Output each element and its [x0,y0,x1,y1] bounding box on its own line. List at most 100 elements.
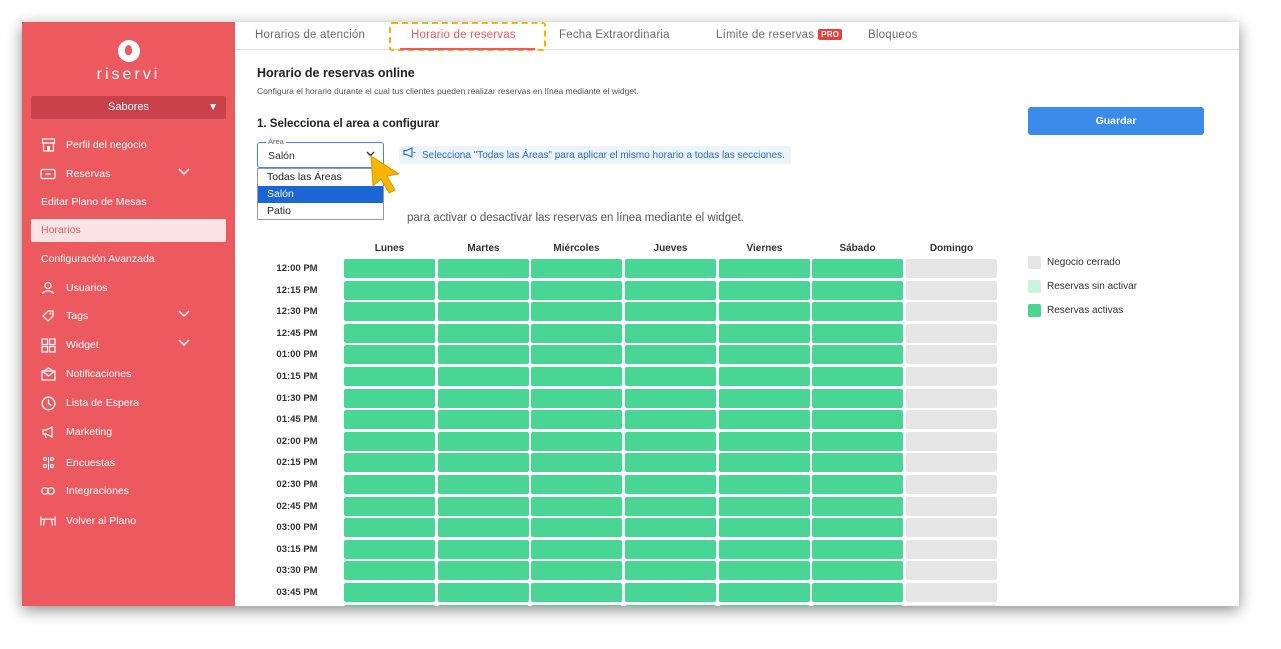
schedule-cell[interactable] [531,539,622,559]
sidebar-item-widget[interactable]: Widget [40,335,190,355]
schedule-cell[interactable] [531,345,622,365]
save-button[interactable]: Guardar [1028,107,1204,135]
schedule-cell[interactable] [438,259,529,278]
schedule-cell[interactable] [344,496,435,516]
business-selector[interactable]: Sabores ▼ [31,96,226,119]
schedule-cell[interactable] [906,475,997,494]
tab-bloqueos[interactable]: Bloqueos [868,29,918,41]
schedule-cell[interactable] [531,302,622,322]
schedule-cell[interactable] [344,518,435,538]
sidebar-item-notificaciones[interactable]: Notificaciones [40,364,131,384]
schedule-cell[interactable] [344,475,435,494]
schedule-cell[interactable] [438,431,529,451]
schedule-cell[interactable] [719,604,810,606]
sidebar-item-marketing[interactable]: Marketing [40,422,112,442]
schedule-cell[interactable] [812,367,903,386]
schedule-cell[interactable] [719,518,810,538]
sidebar-item-lista-espera[interactable]: Lista de Espera [40,393,139,413]
schedule-cell[interactable] [625,345,716,365]
schedule-cell[interactable] [719,259,810,278]
schedule-cell[interactable] [625,496,716,516]
schedule-cell[interactable] [531,453,622,473]
schedule-cell[interactable] [906,388,997,408]
schedule-cell[interactable] [812,518,903,538]
schedule-cell[interactable] [812,302,903,322]
schedule-cell[interactable] [719,583,810,602]
sidebar-item-perfil[interactable]: Perfil del negocio [40,135,147,155]
schedule-cell[interactable] [812,583,903,602]
schedule-cell[interactable] [531,388,622,408]
schedule-cell[interactable] [344,280,435,300]
schedule-cell[interactable] [531,280,622,300]
schedule-cell[interactable] [531,583,622,602]
sidebar-item-configuracion-avanzada[interactable]: Configuración Avanzada [41,249,155,269]
schedule-cell[interactable] [531,518,622,538]
sidebar-item-horarios[interactable]: Horarios [31,219,226,242]
schedule-cell[interactable] [438,367,529,386]
schedule-cell[interactable] [812,561,903,581]
schedule-cell[interactable] [344,367,435,386]
schedule-cell[interactable] [812,280,903,300]
schedule-cell[interactable] [438,518,529,538]
schedule-cell[interactable] [438,302,529,322]
schedule-cell[interactable] [812,604,903,606]
schedule-cell[interactable] [906,561,997,581]
schedule-cell[interactable] [625,388,716,408]
schedule-cell[interactable] [531,604,622,606]
sidebar-item-volver-plano[interactable]: Volver al Plano [40,511,136,531]
schedule-cell[interactable] [812,431,903,451]
schedule-cell[interactable] [625,259,716,278]
schedule-cell[interactable] [344,561,435,581]
schedule-cell[interactable] [719,561,810,581]
schedule-cell[interactable] [344,453,435,473]
schedule-cell[interactable] [625,539,716,559]
sidebar-item-encuestas[interactable]: Encuestas [40,453,115,473]
schedule-cell[interactable] [344,302,435,322]
schedule-cell[interactable] [719,280,810,300]
schedule-cell[interactable] [812,453,903,473]
schedule-cell[interactable] [344,539,435,559]
schedule-cell[interactable] [531,259,622,278]
schedule-cell[interactable] [531,367,622,386]
schedule-cell[interactable] [812,259,903,278]
schedule-cell[interactable] [438,388,529,408]
schedule-cell[interactable] [812,410,903,430]
schedule-cell[interactable] [625,604,716,606]
schedule-cell[interactable] [906,410,997,430]
sidebar-item-reservas[interactable]: Reservas [40,164,190,184]
schedule-cell[interactable] [438,583,529,602]
schedule-cell[interactable] [812,345,903,365]
sidebar-item-integraciones[interactable]: Integraciones [40,481,129,501]
tab-limite-reservas[interactable]: Límite de reservas PRO [716,29,843,41]
tab-horarios-atencion[interactable]: Horarios de atención [255,29,365,41]
schedule-cell[interactable] [719,475,810,494]
schedule-cell[interactable] [531,410,622,430]
schedule-cell[interactable] [625,583,716,602]
schedule-cell[interactable] [344,604,435,606]
schedule-cell[interactable] [812,323,903,343]
schedule-cell[interactable] [438,561,529,581]
schedule-cell[interactable] [531,496,622,516]
schedule-cell[interactable] [625,561,716,581]
schedule-cell[interactable] [906,323,997,343]
schedule-cell[interactable] [906,604,997,606]
schedule-cell[interactable] [344,388,435,408]
schedule-cell[interactable] [812,388,903,408]
schedule-cell[interactable] [438,323,529,343]
schedule-cell[interactable] [906,259,997,278]
schedule-cell[interactable] [531,431,622,451]
schedule-cell[interactable] [906,280,997,300]
schedule-cell[interactable] [812,496,903,516]
schedule-cell[interactable] [719,302,810,322]
schedule-cell[interactable] [906,345,997,365]
schedule-cell[interactable] [625,518,716,538]
schedule-cell[interactable] [906,583,997,602]
sidebar-item-editar-plano[interactable]: Editar Plano de Mesas [41,192,147,212]
schedule-cell[interactable] [344,345,435,365]
schedule-cell[interactable] [906,431,997,451]
schedule-cell[interactable] [625,410,716,430]
schedule-cell[interactable] [438,539,529,559]
schedule-cell[interactable] [625,453,716,473]
schedule-cell[interactable] [719,345,810,365]
schedule-cell[interactable] [625,323,716,343]
